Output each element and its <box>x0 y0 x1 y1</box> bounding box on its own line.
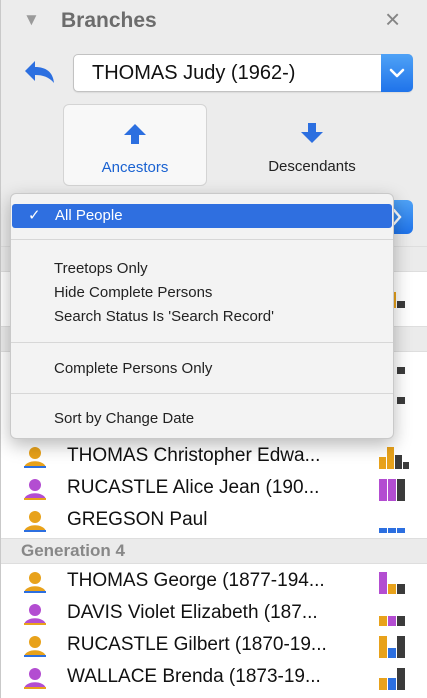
chevron-down-icon <box>389 68 405 78</box>
menu-item-complete-persons-only[interactable]: Complete Persons Only <box>11 357 393 381</box>
menu-separator <box>11 342 393 343</box>
ancestors-button[interactable]: Ancestors <box>63 104 207 186</box>
ancestors-label: Ancestors <box>101 159 169 176</box>
person-icon <box>24 636 46 657</box>
descendants-button[interactable]: Descendants <box>237 104 387 186</box>
completeness-bars-icon <box>379 572 405 594</box>
list-item[interactable]: RUCASTLE Alice Jean (190... <box>1 473 427 505</box>
person-select[interactable]: THOMAS Judy (1962-) <box>73 54 413 92</box>
person-name: THOMAS Christopher Edwa... <box>67 445 321 466</box>
panel-title: Branches <box>61 9 157 32</box>
list-item[interactable]: THOMAS George (1877-194... <box>1 566 427 598</box>
person-icon <box>24 511 46 532</box>
person-icon <box>24 447 46 468</box>
filter-menu: ✓ All People Treetops Only Hide Complete… <box>10 193 394 439</box>
close-button[interactable]: × <box>385 4 400 35</box>
completeness-bars-icon <box>379 616 405 626</box>
person-select-button[interactable] <box>381 54 413 92</box>
person-icon <box>24 668 46 689</box>
person-name: RUCASTLE Gilbert (1870-19... <box>67 634 327 655</box>
generation-header: Generation 4 <box>1 538 427 564</box>
person-select-value: THOMAS Judy (1962-) <box>92 62 296 84</box>
person-name: RUCASTLE Alice Jean (190... <box>67 477 320 498</box>
person-name: THOMAS George (1877-194... <box>67 570 325 591</box>
person-icon <box>24 479 46 500</box>
person-name: WALLACE Brenda (1873-19... <box>67 666 321 687</box>
menu-item-all-people[interactable]: ✓ All People <box>12 204 392 228</box>
person-icon <box>24 572 46 593</box>
person-name: GREGSON Paul <box>67 509 208 530</box>
menu-separator <box>11 239 393 240</box>
menu-item-hide-complete-persons[interactable]: Hide Complete Persons <box>11 281 393 305</box>
list-item[interactable]: GREGSON Paul <box>1 505 427 537</box>
go-to-person-arrow-icon[interactable] <box>23 58 57 84</box>
list-item[interactable]: RUCASTLE Gilbert (1870-19... <box>1 630 427 662</box>
person-name: DAVIS Violet Elizabeth (187... <box>67 602 318 623</box>
completeness-bars-icon <box>379 636 405 658</box>
menu-item-sort-by-change-date[interactable]: Sort by Change Date <box>11 407 393 431</box>
collapse-triangle-icon[interactable]: ▼ <box>23 10 40 30</box>
arrow-down-icon <box>301 123 323 143</box>
menu-item-treetops-only[interactable]: Treetops Only <box>11 257 393 281</box>
arrow-up-icon <box>124 124 146 144</box>
list-item[interactable]: THOMAS Christopher Edwa... <box>1 441 427 473</box>
descendants-label: Descendants <box>268 158 356 175</box>
list-item[interactable]: WALLACE Brenda (1873-19... <box>1 662 427 694</box>
branches-panel: ▼ Branches × THOMAS Judy (1962-) Ancesto… <box>0 0 427 698</box>
panel-header: ▼ Branches × <box>1 0 427 44</box>
completeness-bars-icon <box>379 528 405 533</box>
person-icon <box>24 604 46 625</box>
menu-item-search-status[interactable]: Search Status Is 'Search Record' <box>11 305 393 329</box>
checkmark-icon: ✓ <box>28 207 41 224</box>
menu-separator <box>11 393 393 394</box>
completeness-bars-icon <box>379 447 409 469</box>
completeness-bars-icon <box>379 668 405 690</box>
completeness-bars-icon <box>379 479 405 501</box>
list-item[interactable]: DAVIS Violet Elizabeth (187... <box>1 598 427 630</box>
generation-label: Generation 4 <box>21 541 125 560</box>
